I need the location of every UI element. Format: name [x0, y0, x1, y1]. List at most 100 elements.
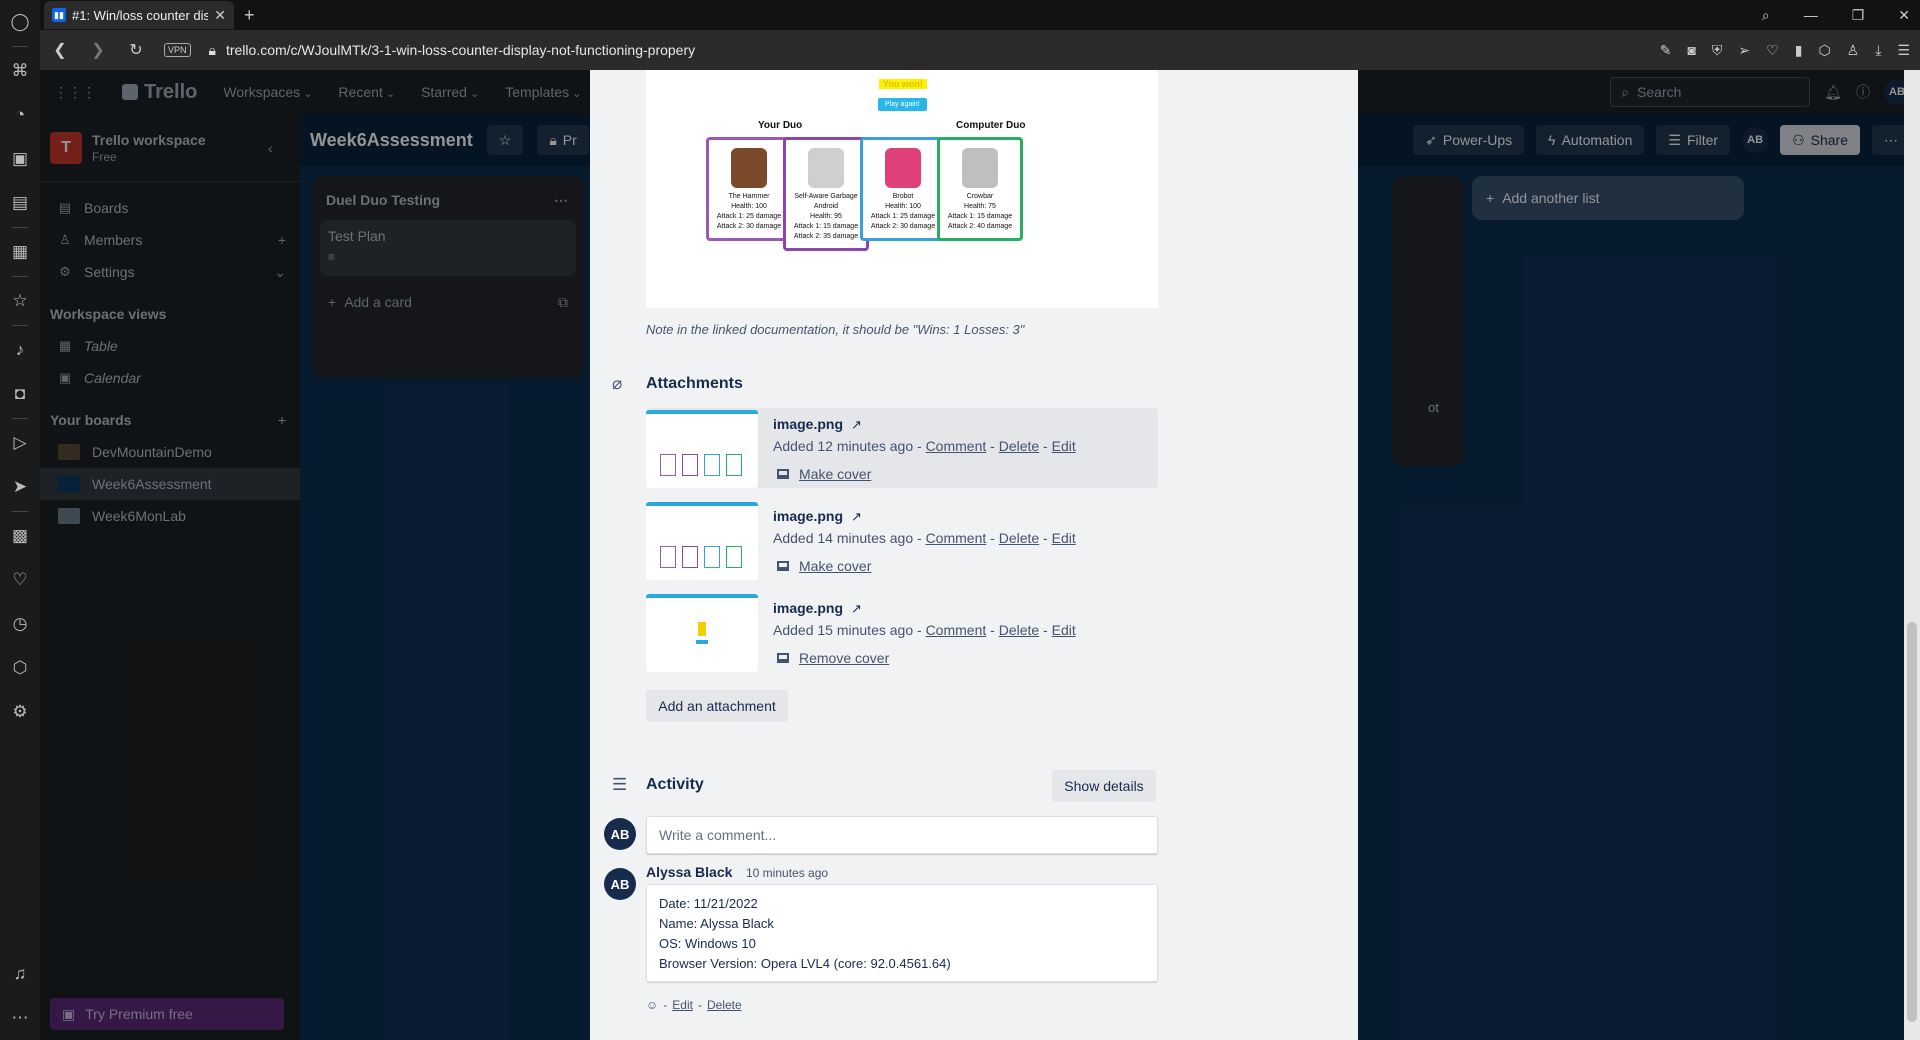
- attachment-edit-link[interactable]: Edit: [1052, 530, 1076, 546]
- browser-tab[interactable]: ▮▮ #1: Win/loss counter displa ✕: [44, 1, 234, 29]
- page-scrollbar[interactable]: [1904, 70, 1920, 1040]
- rail-divider: [12, 227, 28, 228]
- profile-icon[interactable]: ♙: [1847, 42, 1860, 59]
- add-attachment-button[interactable]: Add an attachment: [646, 690, 788, 722]
- close-window-icon[interactable]: ✕: [1898, 7, 1910, 24]
- send-icon[interactable]: ➢: [1738, 42, 1750, 59]
- avatar[interactable]: AB: [604, 818, 636, 850]
- attachment-item[interactable]: image.png ↗ Added 15 minutes ago - Commen…: [646, 592, 1158, 672]
- new-tab-icon[interactable]: +: [244, 5, 255, 26]
- menu-icon[interactable]: ☰: [1897, 42, 1910, 59]
- comment-line: Date: 11/21/2022: [659, 896, 758, 911]
- history-icon[interactable]: ◷: [0, 602, 40, 646]
- restore-icon[interactable]: ❐: [1852, 7, 1865, 24]
- tiktok-icon[interactable]: ♪: [0, 328, 40, 372]
- briefcase-icon[interactable]: ▣: [0, 137, 40, 181]
- rail-divider: [12, 325, 28, 326]
- scrollbar-thumb[interactable]: [1907, 622, 1917, 1022]
- attachment-edit-link[interactable]: Edit: [1052, 438, 1076, 454]
- add-reaction-icon[interactable]: ☺: [646, 998, 658, 1012]
- extensions-icon[interactable]: ▩: [0, 514, 40, 558]
- attachment-filename: image.png: [773, 600, 844, 616]
- open-external-icon[interactable]: ↗: [851, 509, 862, 524]
- attachment-edit-link[interactable]: Edit: [1052, 622, 1076, 638]
- comment-input[interactable]: Write a comment...: [646, 816, 1158, 854]
- attachment-added: Added 12 minutes ago: [773, 438, 914, 454]
- lock-icon: 🔒︎: [208, 41, 216, 58]
- bot-health: Health: 100: [731, 203, 767, 210]
- attachment-name[interactable]: image.png ↗: [773, 416, 862, 433]
- attachment-name[interactable]: image.png ↗: [773, 600, 862, 617]
- comment-avatar[interactable]: AB: [604, 868, 636, 900]
- make-cover-link[interactable]: Make cover: [799, 558, 871, 574]
- more-icon[interactable]: ⋯: [0, 996, 40, 1040]
- bot-attack1: Attack 1: 15 damage: [793, 223, 859, 230]
- battery-icon[interactable]: ▮: [1795, 42, 1803, 59]
- settings-icon[interactable]: ⚙: [0, 690, 40, 734]
- cube-icon[interactable]: ⬡: [0, 646, 40, 690]
- back-icon[interactable]: ❮: [50, 40, 70, 60]
- heart-icon[interactable]: ♡: [0, 558, 40, 602]
- comment-body: Date: 11/21/2022 Name: Alyssa Black OS: …: [646, 884, 1158, 982]
- remove-cover-link[interactable]: Remove cover: [799, 650, 889, 666]
- thumbnail-card: [726, 546, 742, 568]
- search-tabs-icon[interactable]: ⌕: [1762, 7, 1770, 24]
- make-cover-link[interactable]: Make cover: [799, 466, 871, 482]
- show-details-button[interactable]: Show details: [1052, 770, 1156, 802]
- comment-author[interactable]: Alyssa Black: [646, 864, 732, 880]
- thumbnail-text: [698, 622, 706, 636]
- card-detail-modal: You won! Play again! Your Duo Computer D…: [590, 70, 1358, 1040]
- send-icon[interactable]: ➤: [0, 465, 40, 509]
- vpn-badge[interactable]: VPN: [164, 43, 191, 57]
- close-tab-icon[interactable]: ✕: [214, 7, 226, 24]
- shield-icon[interactable]: ⛨: [1712, 42, 1723, 59]
- attachment-delete-link[interactable]: Delete: [999, 530, 1039, 546]
- url-field[interactable]: trello.com/c/WJoulMTk/3-1-win-loss-count…: [226, 42, 695, 58]
- cover-action[interactable]: Remove cover: [777, 650, 889, 666]
- attachment-delete-link[interactable]: Delete: [999, 438, 1039, 454]
- robot-image: [962, 148, 998, 188]
- player-icon[interactable]: ▷: [0, 421, 40, 465]
- discord-icon[interactable]: ◘: [0, 372, 40, 416]
- attachment-comment-link[interactable]: Comment: [926, 622, 987, 638]
- pinboard-icon[interactable]: ☆: [0, 279, 40, 323]
- twitch-icon[interactable]: ▤: [0, 181, 40, 225]
- reload-icon[interactable]: ↻: [126, 40, 146, 60]
- attachment-thumbnail[interactable]: [646, 410, 758, 488]
- speed-dial-icon[interactable]: ◔: [0, 93, 40, 137]
- attachment-thumbnail[interactable]: [646, 594, 758, 672]
- open-external-icon[interactable]: ↗: [851, 601, 862, 616]
- attachment-comment-link[interactable]: Comment: [926, 530, 987, 546]
- workspace-icon[interactable]: ▦: [0, 230, 40, 274]
- comment-edit-link[interactable]: Edit: [672, 998, 693, 1012]
- attachment-name[interactable]: image.png ↗: [773, 508, 862, 525]
- snapshot-icon[interactable]: ◙: [1687, 42, 1695, 58]
- heart-icon[interactable]: ♡: [1766, 42, 1779, 59]
- gamepad-icon[interactable]: ⌘: [0, 49, 40, 93]
- bot-attack2: Attack 2: 40 damage: [947, 223, 1013, 230]
- attachments-title: Attachments: [646, 375, 743, 392]
- cover-action[interactable]: Make cover: [777, 558, 871, 574]
- music-icon[interactable]: ♫: [0, 952, 40, 996]
- bot-card: The Hammer Health: 100 Attack 1: 25 dama…: [706, 137, 792, 241]
- download-icon[interactable]: ⤓: [1875, 42, 1881, 59]
- attachment-delete-link[interactable]: Delete: [999, 622, 1039, 638]
- attachment-item[interactable]: image.png ↗ Added 12 minutes ago - Commen…: [646, 408, 1158, 488]
- comment-time[interactable]: 10 minutes ago: [746, 866, 828, 880]
- bot-attack2: Attack 2: 35 damage: [793, 233, 859, 240]
- minimize-icon[interactable]: —: [1804, 7, 1818, 23]
- opera-logo-icon[interactable]: ◯: [0, 0, 40, 44]
- attachment-comment-link[interactable]: Comment: [926, 438, 987, 454]
- edit-icon[interactable]: ✎: [1660, 42, 1672, 59]
- tab-title: #1: Win/loss counter displa: [72, 7, 209, 23]
- forward-icon[interactable]: ❯: [88, 40, 108, 60]
- comment-delete-link[interactable]: Delete: [707, 998, 742, 1012]
- open-external-icon[interactable]: ↗: [851, 417, 862, 432]
- attachment-item[interactable]: image.png ↗ Added 14 minutes ago - Commen…: [646, 500, 1158, 580]
- cube-icon[interactable]: ⬡: [1818, 42, 1830, 59]
- rail-divider: [12, 511, 28, 512]
- bot-health: Health: 75: [964, 203, 996, 210]
- attachment-thumbnail[interactable]: [646, 502, 758, 580]
- cover-action[interactable]: Make cover: [777, 466, 871, 482]
- your-duo-label: Your Duo: [758, 120, 803, 131]
